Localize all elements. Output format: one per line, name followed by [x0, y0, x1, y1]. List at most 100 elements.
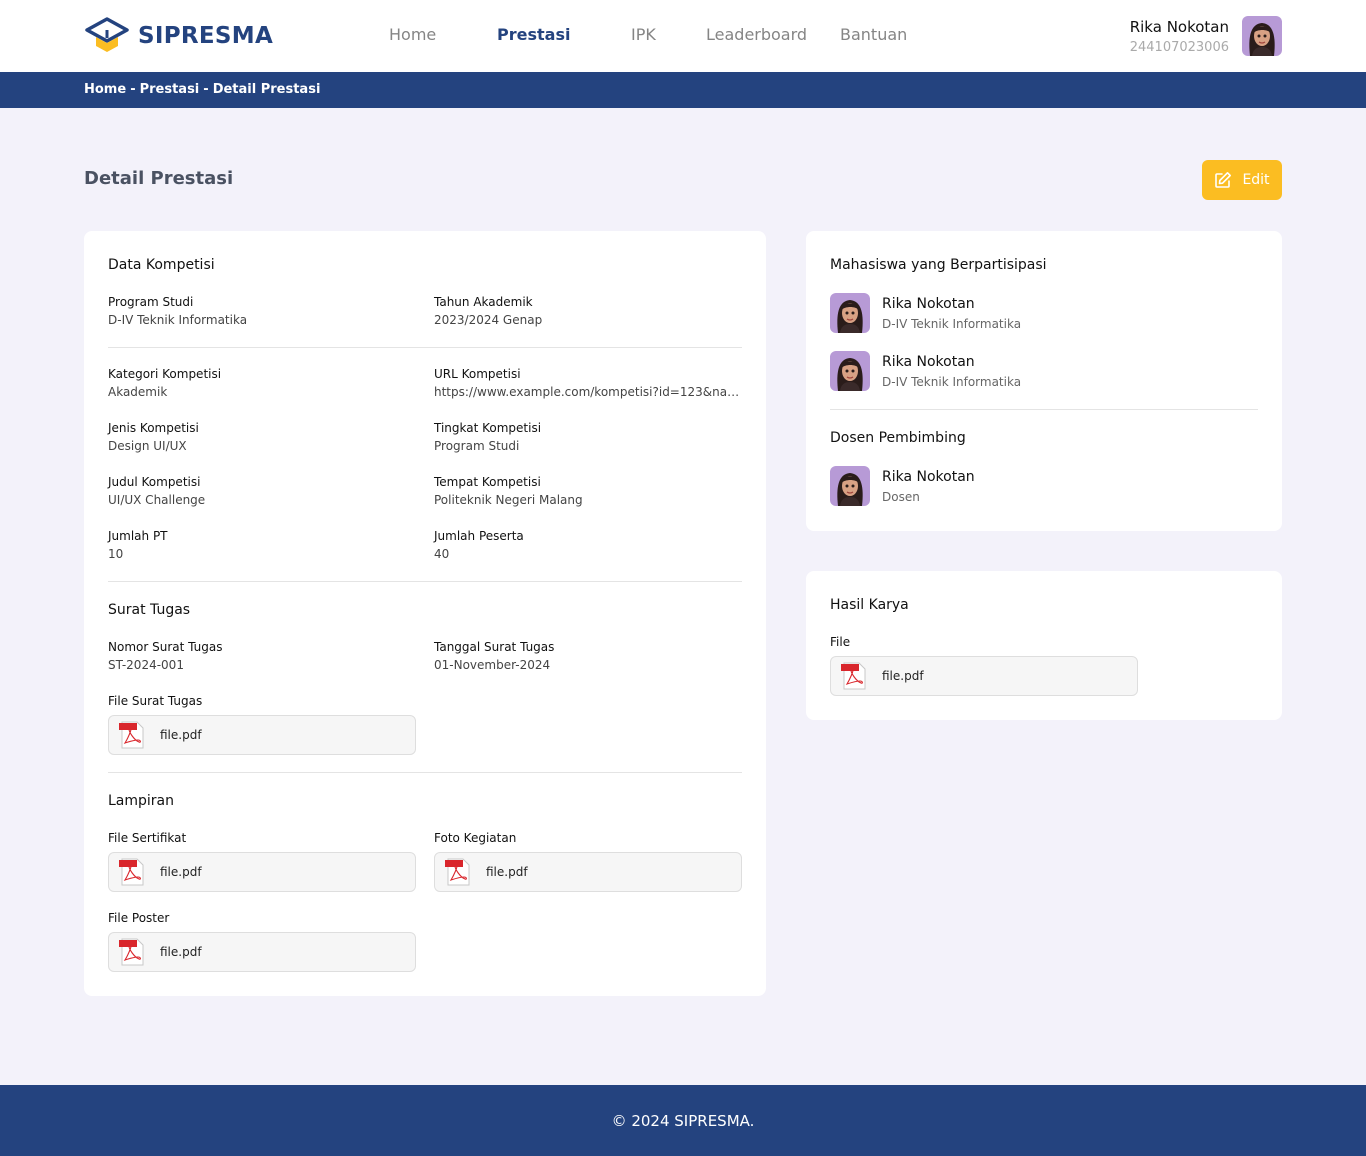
file-surat-tugas-label: File Surat Tugas [108, 694, 203, 708]
file-name: file.pdf [160, 865, 202, 879]
field-label: Tanggal Surat Tugas [434, 640, 555, 654]
pdf-file-icon [119, 858, 144, 886]
field-url-kompetisi: URL Kompetisi https://www.example.com/ko… [434, 367, 742, 399]
avatar-image-icon [830, 293, 870, 333]
breadcrumb-separator: - [130, 82, 136, 97]
breadcrumb-current: Detail Prestasi [212, 82, 321, 97]
pdf-file-icon [119, 721, 144, 749]
nav-leaderboard[interactable]: Leaderboard [706, 25, 807, 44]
nav-prestasi[interactable]: Prestasi [497, 25, 570, 44]
pdf-file-icon [119, 938, 144, 966]
pdf-file-icon [445, 858, 470, 886]
file-poster-label: File Poster [108, 911, 170, 925]
foto-kegiatan-attachment[interactable]: file.pdf [434, 852, 742, 892]
breadcrumb-separator: - [203, 82, 209, 97]
supervisor-item: Rika Nokotan Dosen [830, 466, 975, 506]
nav-bantuan[interactable]: Bantuan [840, 25, 907, 44]
pdf-file-icon [841, 662, 866, 690]
field-program-studi: Program Studi D-IV Teknik Informatika [108, 295, 416, 327]
mahasiswa-title: Mahasiswa yang Berpartisipasi [830, 257, 1047, 273]
lampiran-title: Lampiran [108, 793, 175, 809]
breadcrumb: Home - Prestasi - Detail Prestasi [84, 82, 320, 97]
competition-detail-card: Data Kompetisi Program Studi D-IV Teknik… [84, 231, 766, 996]
foto-kegiatan-label: Foto Kegiatan [434, 831, 517, 845]
participant-program: D-IV Teknik Informatika [882, 316, 1022, 331]
field-label: Kategori Kompetisi [108, 367, 222, 381]
field-label: Jumlah Peserta [434, 529, 524, 543]
divider [830, 409, 1258, 410]
avatar-image-icon [830, 351, 870, 391]
field-value: UI/UX Challenge [108, 493, 206, 507]
supervisor-role: Dosen [882, 489, 920, 504]
hasil-karya-file-label: File [830, 635, 851, 649]
user-id: 244107023006 [1129, 39, 1229, 55]
field-nomor-surat-tugas: Nomor Surat Tugas ST-2024-001 [108, 640, 416, 672]
supervisor-name: Rika Nokotan [882, 468, 975, 485]
participant-name: Rika Nokotan [882, 295, 975, 312]
logo-text: SIPRESMA [138, 23, 274, 49]
hasil-karya-attachment[interactable]: file.pdf [830, 656, 1138, 696]
file-name: file.pdf [882, 669, 924, 683]
field-value: Akademik [108, 385, 168, 399]
avatar [830, 293, 870, 333]
file-name: file.pdf [486, 865, 528, 879]
nav-home[interactable]: Home [389, 25, 436, 44]
field-label: Nomor Surat Tugas [108, 640, 223, 654]
field-jenis-kompetisi: Jenis Kompetisi Design UI/UX [108, 421, 416, 453]
field-jumlah-peserta: Jumlah Peserta 40 [434, 529, 742, 561]
field-label: Program Studi [108, 295, 194, 309]
file-name: file.pdf [160, 945, 202, 959]
breadcrumb-prestasi[interactable]: Prestasi [140, 82, 200, 97]
field-label: URL Kompetisi [434, 367, 521, 381]
logo[interactable]: SIPRESMA [84, 16, 273, 56]
avatar [830, 351, 870, 391]
participant-item: Rika Nokotan D-IV Teknik Informatika [830, 351, 1021, 391]
avatar[interactable] [1242, 16, 1282, 56]
participant-program: D-IV Teknik Informatika [882, 374, 1022, 389]
user-profile[interactable]: Rika Nokotan 244107023006 [1130, 16, 1282, 56]
field-tanggal-surat-tugas: Tanggal Surat Tugas 01-November-2024 [434, 640, 742, 672]
file-sertifikat-attachment[interactable]: file.pdf [108, 852, 416, 892]
dosen-title: Dosen Pembimbing [830, 430, 966, 446]
field-label: Tahun Akademik [434, 295, 533, 309]
field-jumlah-pt: Jumlah PT 10 [108, 529, 416, 561]
user-name: Rika Nokotan [1129, 17, 1229, 36]
nav-ipk[interactable]: IPK [631, 25, 656, 44]
data-kompetisi-title: Data Kompetisi [108, 257, 215, 273]
field-value: 2023/2024 Genap [434, 313, 543, 327]
field-kategori-kompetisi: Kategori Kompetisi Akademik [108, 367, 416, 399]
breadcrumb-bar: Home - Prestasi - Detail Prestasi [0, 72, 1366, 108]
avatar [830, 466, 870, 506]
field-label: Tingkat Kompetisi [434, 421, 542, 435]
footer: © 2024 SIPRESMA. [0, 1085, 1366, 1156]
participants-card: Mahasiswa yang Berpartisipasi Rika Nokot… [806, 231, 1282, 531]
top-navbar: SIPRESMA Home Prestasi IPK Leaderboard B… [0, 0, 1366, 72]
hasil-karya-card: Hasil Karya File file.pdf [806, 571, 1282, 720]
file-poster-attachment[interactable]: file.pdf [108, 932, 416, 972]
page-title: Detail Prestasi [84, 168, 234, 189]
participant-name: Rika Nokotan [882, 353, 975, 370]
field-value: Program Studi [434, 439, 520, 453]
divider [108, 772, 742, 773]
divider [108, 581, 742, 582]
field-value: ST-2024-001 [108, 658, 184, 672]
field-label: Jenis Kompetisi [108, 421, 199, 435]
field-value: 40 [434, 547, 450, 561]
participant-item: Rika Nokotan D-IV Teknik Informatika [830, 293, 1021, 333]
surat-tugas-title: Surat Tugas [108, 602, 191, 618]
breadcrumb-home[interactable]: Home [84, 82, 126, 97]
file-surat-tugas-attachment[interactable]: file.pdf [108, 715, 416, 755]
file-name: file.pdf [160, 728, 202, 742]
file-sertifikat-label: File Sertifikat [108, 831, 187, 845]
divider [108, 347, 742, 348]
field-label: Judul Kompetisi [108, 475, 201, 489]
field-value: 10 [108, 547, 124, 561]
edit-button[interactable]: Edit [1202, 160, 1282, 200]
field-value: 01-November-2024 [434, 658, 551, 672]
field-judul-kompetisi: Judul Kompetisi UI/UX Challenge [108, 475, 416, 507]
url-kompetisi-link[interactable]: https://www.example.com/kompetisi?id=123… [434, 385, 742, 399]
field-value: Politeknik Negeri Malang [434, 493, 583, 507]
hasil-karya-title: Hasil Karya [830, 597, 909, 613]
field-label: Tempat Kompetisi [434, 475, 541, 489]
footer-copyright: © 2024 SIPRESMA. [611, 1112, 755, 1130]
